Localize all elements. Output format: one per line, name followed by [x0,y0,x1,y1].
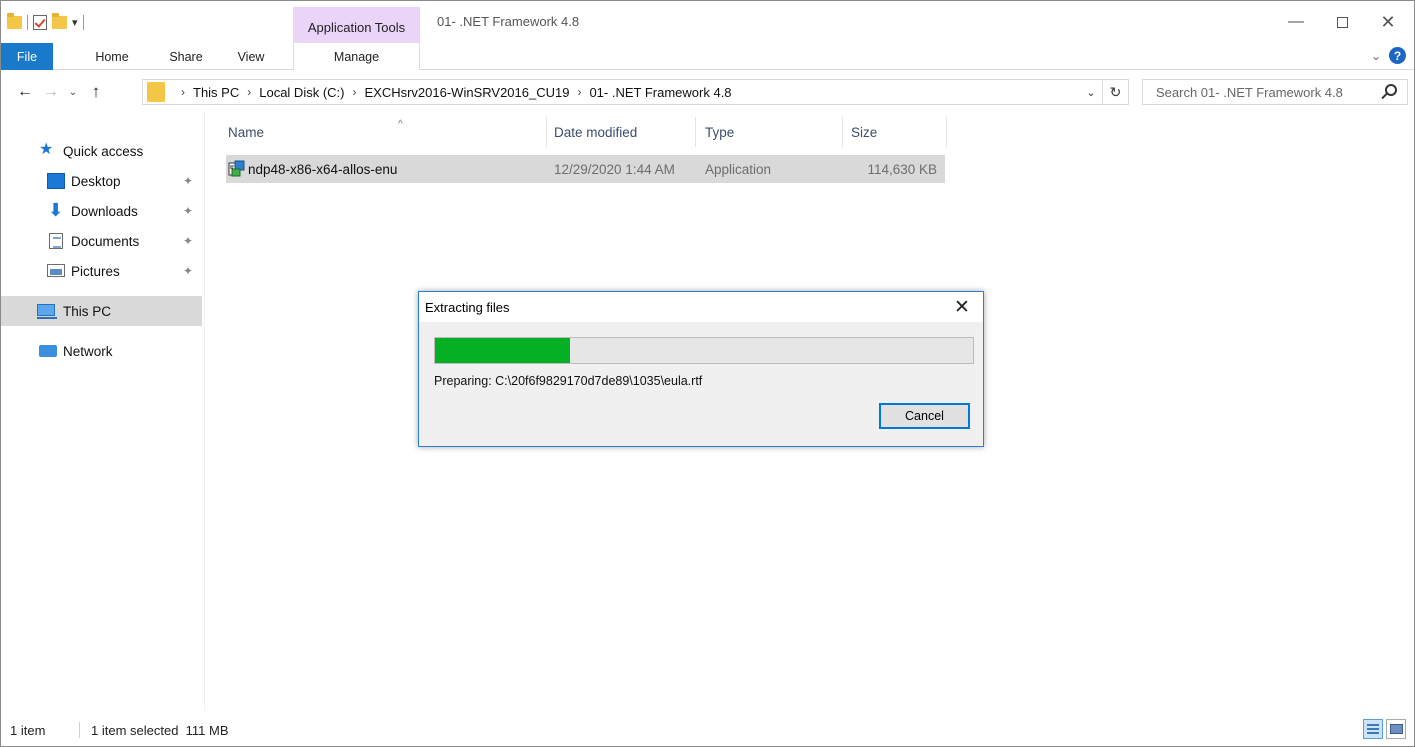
refresh-icon[interactable]: ↻ [1102,80,1128,104]
ribbon-right-controls: ⌄ ? [1371,47,1406,64]
dialog-close-button[interactable]: ✕ [951,296,973,318]
download-arrow-icon: ⬇ [48,200,64,220]
tab-home[interactable]: Home [83,43,141,70]
column-divider[interactable] [946,117,947,147]
navigation-row: ← → ⌄ ↑ › This PC › Local Disk (C:) › EX… [1,77,1414,107]
sort-ascending-caret-icon: ^ [398,119,403,130]
column-header-size[interactable]: Size [851,119,941,145]
status-separator [79,722,80,738]
pin-icon[interactable]: ✦ [183,204,193,218]
breadcrumb-this-pc[interactable]: This PC [193,85,239,100]
breadcrumb-separator[interactable]: › [577,85,581,99]
cancel-button[interactable]: Cancel [879,403,970,429]
expand-ribbon-chevron-icon[interactable]: ⌄ [1371,49,1381,63]
column-divider[interactable] [546,117,547,147]
breadcrumb: › This PC › Local Disk (C:) › EXCHsrv201… [173,85,732,100]
nav-item-pictures[interactable]: Pictures ✦ [1,256,202,286]
view-switcher [1363,719,1406,739]
details-view-icon [1367,724,1379,734]
back-button[interactable]: ← [15,80,35,104]
file-type: Application [705,161,772,177]
tab-file[interactable]: File [1,43,53,70]
navigation-pane: ★ Quick access Desktop ✦ ⬇ Downloads ✦ D… [1,111,205,711]
up-button[interactable]: ↑ [85,80,107,104]
explorer-window: ▾ Application Tools 01- .NET Framework 4… [0,0,1415,747]
column-divider[interactable] [695,117,696,147]
file-name: ndp48-x86-x64-allos-enu [248,161,398,177]
column-header-name[interactable]: Name ^ [228,119,548,145]
folder-icon [7,12,22,29]
ribbon-tabs: File Home Share View Manage ⌄ ? [1,43,1414,70]
nav-item-documents[interactable]: Documents ✦ [1,226,202,256]
computer-icon [37,304,57,319]
breadcrumb-exchsrv-folder[interactable]: EXCHsrv2016-WinSRV2016_CU19 [364,85,569,100]
file-row[interactable]: ndp48-x86-x64-allos-enu 12/29/2020 1:44 … [226,155,945,183]
address-bar-controls: ⌄ ↻ [1080,80,1128,104]
qat-dropdown-icon[interactable]: ▾ [72,16,78,29]
qat-separator [27,14,28,30]
recent-locations-chevron-icon[interactable]: ⌄ [65,80,81,104]
breadcrumb-separator[interactable]: › [247,85,251,99]
column-header-date-modified[interactable]: Date modified [554,119,694,145]
network-icon [39,345,57,357]
documents-icon [49,233,63,249]
extracting-files-dialog: Extracting files ✕ Preparing: C:\20f6f98… [418,291,984,447]
file-date-modified: 12/29/2020 1:44 AM [554,161,675,177]
star-icon: ★ [39,141,54,158]
folder-icon [147,82,165,102]
item-count: 1 item [10,722,46,738]
properties-check-icon[interactable] [33,14,47,30]
quick-access-toolbar: ▾ [7,11,84,33]
title-bar: ▾ Application Tools 01- .NET Framework 4… [1,1,1414,43]
maximize-button[interactable] [1319,7,1365,37]
column-divider[interactable] [842,117,843,147]
installer-application-icon [228,160,245,177]
close-window-button[interactable]: ✕ [1365,7,1411,37]
address-bar[interactable]: › This PC › Local Disk (C:) › EXCHsrv201… [142,79,1129,105]
desktop-icon [47,173,65,189]
breadcrumb-current-folder[interactable]: 01- .NET Framework 4.8 [589,85,731,100]
maximize-icon [1336,16,1348,28]
application-tools-context-header: Application Tools [293,7,420,43]
nav-item-network[interactable]: Network [1,336,202,366]
search-box[interactable]: Search 01- .NET Framework 4.8 [1142,79,1408,105]
file-size: 114,630 KB [867,161,937,177]
address-dropdown-icon[interactable]: ⌄ [1080,86,1102,99]
large-icons-view-button[interactable] [1386,719,1406,739]
column-header-type[interactable]: Type [705,119,845,145]
search-icon[interactable] [1385,84,1397,96]
status-bar: 1 item 1 item selected 111 MB [1,714,1414,746]
search-placeholder: Search 01- .NET Framework 4.8 [1156,84,1343,100]
details-view-button[interactable] [1363,719,1383,739]
pictures-icon [47,264,65,277]
large-icons-view-icon [1389,724,1403,734]
pin-icon[interactable]: ✦ [183,234,193,248]
tab-view[interactable]: View [229,43,273,70]
nav-item-quick-access[interactable]: ★ Quick access [1,136,202,166]
qat-separator [82,14,84,30]
pin-icon[interactable]: ✦ [183,264,193,278]
extraction-status-text: Preparing: C:\20f6f9829170d7de89\1035\eu… [434,374,703,388]
tab-manage[interactable]: Manage [293,43,420,70]
nav-item-downloads[interactable]: ⬇ Downloads ✦ [1,196,202,226]
new-folder-icon[interactable] [52,12,67,29]
breadcrumb-separator[interactable]: › [352,85,356,99]
nav-item-desktop[interactable]: Desktop ✦ [1,166,202,196]
extraction-progress-bar [434,337,974,364]
progress-fill [435,338,570,363]
breadcrumb-local-disk[interactable]: Local Disk (C:) [259,85,344,100]
window-title: 01- .NET Framework 4.8 [437,14,580,29]
selection-info: 1 item selected 111 MB [91,722,229,738]
minimize-button[interactable]: — [1273,7,1319,37]
tab-share[interactable]: Share [161,43,211,70]
breadcrumb-separator[interactable]: › [181,85,185,99]
forward-button[interactable]: → [41,80,61,104]
nav-item-this-pc[interactable]: This PC [1,296,202,326]
dialog-title: Extracting files [419,292,983,322]
help-icon[interactable]: ? [1389,47,1406,64]
pin-icon[interactable]: ✦ [183,174,193,188]
